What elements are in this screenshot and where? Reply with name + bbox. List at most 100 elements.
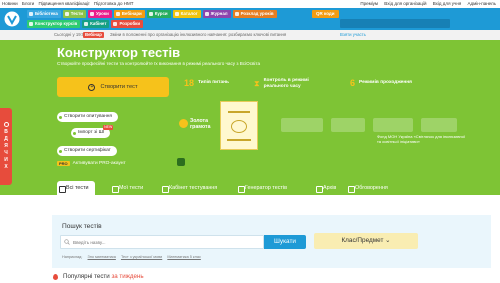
site-logo-icon[interactable] (4, 11, 20, 27)
top-links-right: Преміум Вхід для організацій Вхід для уч… (355, 0, 496, 8)
admin-panel-link[interactable]: Адмін-панель (468, 1, 496, 6)
partner-logo (373, 118, 413, 132)
pro-badge: PRO (57, 161, 70, 166)
qr-codes-button[interactable]: QR коди (312, 10, 339, 18)
nav-chip[interactable]: Журнал (202, 10, 231, 18)
webinar-info-bar: Сьогодні у 19:00 Вебінар Зміни в положен… (0, 30, 500, 40)
nav-chip-list: Бібліотека Тести Уроки Вебінари Курси Каталог… (27, 10, 307, 28)
org-login-link[interactable]: Вхід для організацій (384, 1, 426, 6)
side-feedback-tab[interactable]: ВДЯЧИХ (0, 108, 12, 185)
popular-tests-heading: Популярні тести за тиждень (55, 273, 144, 280)
top-links: Новини Блоги Підвищення кваліфікації Під… (2, 0, 136, 8)
pro-account-label: Активувати PRO-акаунт (72, 161, 126, 166)
stat-value: 18 (184, 78, 195, 88)
gold-certificate-label: Золота грамота (190, 118, 211, 130)
certificate-preview-image (220, 101, 258, 150)
popular-period: за тиждень (111, 273, 144, 280)
side-tab-letter: В (4, 129, 8, 135)
ai-import-button[interactable]: Імпорт зі ШІ NEW (71, 125, 114, 138)
create-certificate-button[interactable]: Створити сертифікат (57, 146, 117, 156)
partner-logo (331, 118, 365, 132)
partner-logos: Фонд МОН Україна «Світлячок для інклюзив… (281, 118, 471, 144)
nav-secondary-block (340, 19, 450, 28)
main-navbar: Бібліотека Тести Уроки Вебінари Курси Каталог… (0, 8, 500, 30)
hero-section: Конструктор тестів Створюйте професійні … (0, 40, 500, 181)
tab-my-tests[interactable]: Мої тести (110, 181, 143, 195)
nav-chip[interactable]: Розробки (111, 20, 144, 28)
search-hint-link[interactable]: Математика 5 клас (167, 255, 201, 259)
side-tab-letter: Х (4, 164, 8, 170)
pro-account-link[interactable]: PRO Активувати PRO-акаунт (57, 161, 126, 166)
stat-realtime-control: ⧗ Контроль в режимі реального часу (254, 78, 309, 90)
nav-chip[interactable]: Конструктор курсів (27, 20, 81, 28)
page-title: Конструктор тестів (57, 45, 181, 60)
search-hint-link[interactable]: Тест з української мови (121, 255, 162, 259)
certificate-title-line (228, 111, 250, 113)
top-link-blogs[interactable]: Блоги (22, 1, 34, 6)
nav-chip[interactable]: Вебінари (113, 10, 145, 18)
certificate-emblem (231, 120, 247, 133)
webinar-date: Сьогодні у 19:00 (54, 32, 87, 37)
create-survey-button[interactable]: Створити опитування (57, 112, 119, 122)
stat-question-types: 18 Типів питань (184, 78, 229, 88)
webinar-join-link[interactable]: Взяти участь (340, 30, 366, 40)
top-link-exam-prep[interactable]: Підготовка до НМТ (94, 1, 134, 6)
medal-icon (179, 119, 188, 128)
stat-label-line1: Режимів (359, 80, 379, 85)
ai-import-label: Імпорт зі ШІ (78, 130, 105, 135)
stat-label-line2: питань (212, 80, 229, 85)
search-hint-link[interactable]: Зно математика (88, 255, 116, 259)
nav-chip[interactable]: Тести (62, 10, 86, 18)
top-link-training[interactable]: Підвищення кваліфікації (38, 1, 89, 6)
partner-logo (281, 118, 323, 132)
create-test-button[interactable]: + Створити тест (57, 77, 169, 97)
plus-icon: + (88, 83, 96, 91)
nav-chip[interactable]: Курси (146, 10, 171, 18)
partner-caption: Фонд МОН Україна «Світлячок для інклюзив… (377, 134, 466, 144)
nav-chip[interactable]: Каталог (172, 10, 201, 18)
nav-chip[interactable]: Уроки (87, 10, 112, 18)
tab-test-generator[interactable]: Генератор тестів (236, 181, 287, 195)
chevron-down-icon: ⌄ (385, 237, 391, 244)
hourglass-icon: ⧗ (254, 79, 260, 88)
stat-value: 6 (350, 78, 356, 88)
side-tab-letter: Я (4, 143, 8, 149)
test-tabs-bar: Всі тести Мої тести Кабінет тестування Г… (0, 181, 500, 195)
stat-label-line1: Типів (198, 80, 211, 85)
new-badge: NEW (103, 125, 114, 130)
stat-label: Режимів проходження (359, 80, 412, 86)
nav-chip[interactable]: Кабінет (82, 20, 110, 28)
side-tab-letter: Д (4, 136, 8, 142)
premium-link[interactable]: Преміум (360, 1, 378, 6)
search-button[interactable]: Шукати (264, 235, 306, 249)
tab-archive[interactable]: Архів (314, 181, 336, 195)
top-link-bar: Новини Блоги Підвищення кваліфікації Під… (0, 0, 500, 8)
nav-chip[interactable]: Бібліотека (27, 10, 61, 18)
page-subtitle: Створюйте професійні тести та контролюйт… (57, 61, 261, 66)
student-login-link[interactable]: Вхід для учня (433, 1, 462, 6)
create-test-label: Створити тест (100, 84, 138, 90)
partner-logo (421, 118, 457, 132)
side-tab-letter: Ч (4, 150, 8, 156)
search-input[interactable] (60, 235, 264, 249)
tab-discussions[interactable]: Обговорення (346, 181, 388, 195)
top-link-news[interactable]: Новини (2, 1, 18, 6)
webinar-message[interactable]: Зміни в положенні про організацію інклюз… (110, 30, 286, 40)
stat-pass-modes: 6 Режимів проходження (350, 78, 412, 88)
stat-label: Типів питань (198, 80, 229, 86)
search-panel: Пошук тестів Шукати Клас/Предмет ⌄ Напри… (52, 215, 491, 268)
tab-all-tests[interactable]: Всі тести (57, 181, 95, 195)
webinar-badge: Вебінар (83, 32, 104, 38)
class-subject-dropdown[interactable]: Клас/Предмет ⌄ (314, 233, 418, 249)
tab-testing-cabinet[interactable]: Кабінет тестування (160, 181, 217, 195)
class-subject-label: Клас/Предмет (341, 237, 384, 244)
stat-label-line1: Контроль в режимі (263, 78, 309, 83)
search-icon (64, 239, 70, 245)
certificate-signature-line (227, 139, 251, 141)
popular-label: Популярні тести (63, 273, 110, 280)
side-tab-letter: И (4, 157, 8, 163)
search-title: Пошук тестів (62, 223, 102, 230)
stat-label: Контроль в режимі реального часу (264, 78, 309, 90)
nav-chip[interactable]: Розклад уроків (232, 10, 277, 18)
search-hints: Наприклад: Зно математика Тест з українс… (62, 255, 205, 259)
